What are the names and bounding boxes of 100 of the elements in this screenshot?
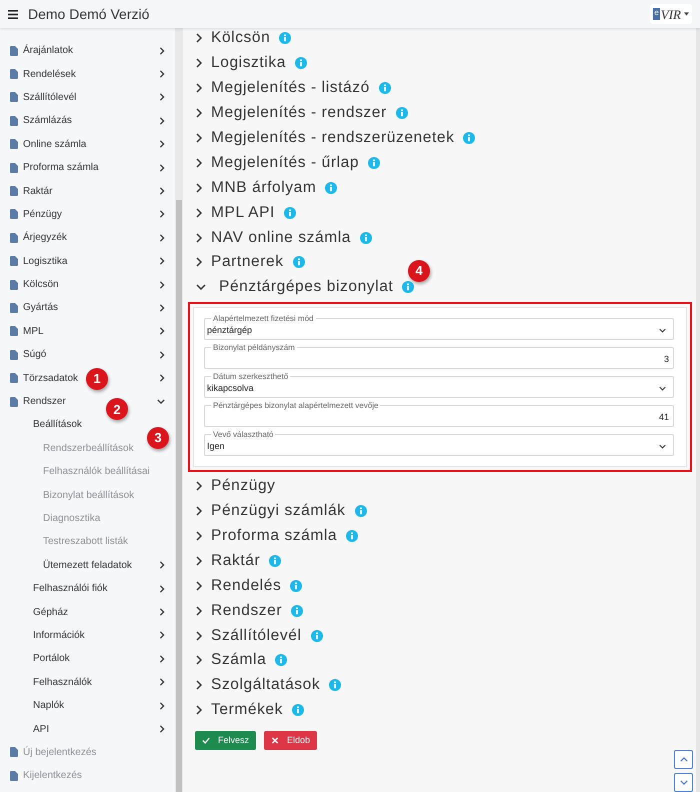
chevron-right-icon[interactable] [159,140,165,148]
chevron-right-icon[interactable] [196,481,202,492]
chevron-right-icon[interactable] [159,46,165,55]
chevron-right-icon[interactable] [196,158,202,168]
chevron-right-icon[interactable] [196,556,202,566]
scroll-up-button[interactable] [674,750,693,769]
chevron-down-icon[interactable] [196,284,206,290]
chevron-right-icon[interactable] [159,116,165,125]
sidebar-item[interactable]: Online számla [23,138,86,150]
chevron-right-icon[interactable] [159,374,165,382]
chevron-right-icon[interactable] [159,350,165,359]
section-title[interactable]: Számla [211,651,266,670]
chevron-right-icon[interactable] [196,83,202,94]
chevron-right-icon[interactable] [196,655,202,666]
sidebar-item[interactable]: Árjegyzék [23,232,67,244]
chevron-right-icon[interactable] [196,506,202,516]
sidebar-item[interactable]: Felhasználók [33,676,92,688]
section-title[interactable]: Szállítólevél [211,626,302,645]
chevron-right-icon[interactable] [159,164,165,172]
section-title[interactable]: Logisztika [211,54,286,72]
chevron-right-icon[interactable] [159,280,165,289]
number-field[interactable]: Bizonylat példányszám 3 [204,342,674,369]
scroll-down-button[interactable] [674,773,693,792]
sidebar-item[interactable]: Proforma számla [23,162,99,174]
section-title[interactable]: Rendszer [211,602,282,620]
section-title[interactable]: Partnerek [211,253,284,272]
chevron-right-icon[interactable] [196,182,202,193]
chevron-right-icon[interactable] [159,187,165,196]
select-field[interactable]: Alapértelmezett fizetési mód pénztárgép [204,314,674,340]
chevron-right-icon[interactable] [196,705,202,716]
sidebar-item[interactable]: Szállítólevél [23,92,76,103]
sidebar-item[interactable]: MPL [23,326,44,337]
section-title[interactable]: NAV online számla [211,228,351,247]
section-title[interactable]: Megjelenítés - űrlap [211,154,360,172]
sidebar-item[interactable]: Kölcsön [23,279,59,290]
section-title[interactable]: Pénztárgépes bizonylat [219,278,394,296]
sidebar-item[interactable]: Súgó [23,349,46,360]
chevron-right-icon[interactable] [196,580,202,591]
select-field[interactable]: Vevő választható Igen [204,430,674,456]
chevron-right-icon[interactable] [159,304,165,312]
chevron-right-icon[interactable] [159,210,165,218]
chevron-right-icon[interactable] [196,58,202,68]
chevron-right-icon[interactable] [159,327,165,336]
sidebar-item[interactable]: Naplók [33,700,64,712]
section-title[interactable]: MNB árfolyam [211,178,316,197]
section-title[interactable]: Szolgáltatások [211,676,320,694]
chevron-right-icon[interactable] [196,232,202,243]
section-title[interactable]: Megjelenítés - rendszer [211,104,387,122]
section-title[interactable]: Proforma számla [211,527,338,546]
section-title[interactable]: Pénzügy [211,477,276,496]
sidebar-item[interactable]: Törzsadatok [23,372,78,384]
chevron-right-icon[interactable] [196,606,202,616]
sidebar-item[interactable]: Információk [33,630,85,641]
sidebar-item[interactable]: Rendszer [23,396,66,408]
chevron-right-icon[interactable] [196,680,202,690]
section-title[interactable]: Megjelenítés - rendszerüzenetek [211,129,454,147]
menu-icon[interactable] [8,10,18,18]
chevron-right-icon[interactable] [196,630,202,641]
sidebar-item[interactable]: Ütemezett feladatok [43,560,132,571]
chevron-right-icon[interactable] [159,631,165,640]
chevron-right-icon[interactable] [196,108,202,118]
section-title[interactable]: Rendelés [211,576,282,595]
sidebar-item[interactable]: Portálok [33,653,70,664]
chevron-right-icon[interactable] [159,93,165,102]
section-title[interactable]: MPL API [211,204,275,222]
section-title[interactable]: Termékek [211,701,283,720]
sidebar-item[interactable]: API [33,724,50,735]
section-title[interactable]: Raktár [211,552,260,570]
select-field[interactable]: Dátum szerkeszthető kikapcsolva [204,372,674,398]
chevron-right-icon[interactable] [159,654,165,663]
sidebar-item[interactable]: Pénzügy [23,208,62,220]
sidebar-item[interactable]: Számlázás [23,115,72,126]
chevron-right-icon[interactable] [159,725,165,734]
section-title[interactable]: Pénzügyi számlák [211,502,346,520]
chevron-right-icon[interactable] [159,702,165,710]
chevron-down-icon[interactable] [157,399,165,404]
add-button[interactable]: Felvesz [195,730,256,750]
chevron-right-icon[interactable] [196,33,202,44]
chevron-right-icon[interactable] [196,133,202,143]
chevron-right-icon[interactable] [159,584,165,593]
chevron-right-icon[interactable] [159,257,165,266]
chevron-right-icon[interactable] [159,234,165,242]
chevron-right-icon[interactable] [196,208,202,218]
chevron-right-icon[interactable] [196,257,202,268]
section-title[interactable]: Megjelenítés - listázó [211,79,370,98]
sidebar-item[interactable]: Árajánlatok [23,45,74,56]
sidebar-item[interactable]: Gyártás [23,302,58,314]
chevron-right-icon[interactable] [159,678,165,686]
sidebar-item[interactable]: Logisztika [23,256,68,267]
sidebar-item[interactable]: Rendelések [23,68,76,80]
chevron-right-icon[interactable] [159,561,165,570]
discard-button[interactable]: Eldob [264,730,318,750]
chevron-right-icon[interactable] [159,70,165,78]
sidebar-item[interactable]: Gépház [33,606,68,618]
chevron-right-icon[interactable] [159,608,165,616]
chevron-right-icon[interactable] [196,531,202,542]
sidebar-item[interactable]: Beállítások [33,419,82,430]
section-title[interactable]: Kölcsön [211,29,270,48]
sidebar-item[interactable]: Felhasználói fiók [33,583,108,594]
sidebar-item[interactable]: Raktár [23,186,52,197]
